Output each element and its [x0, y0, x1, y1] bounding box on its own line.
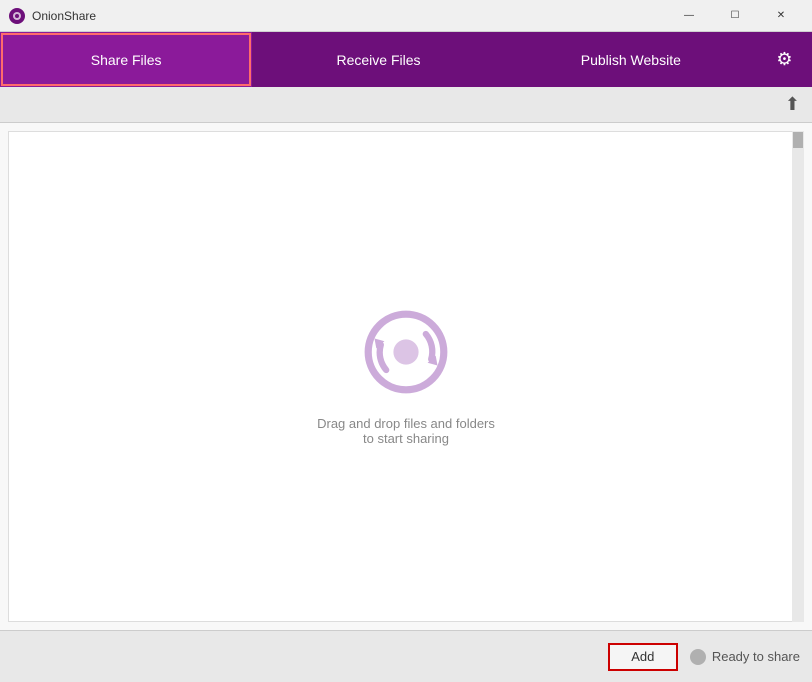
- file-drop-area[interactable]: Drag and drop files and folders to start…: [8, 131, 804, 622]
- tab-receive-files-label: Receive Files: [336, 52, 420, 68]
- toolbar: ⬆: [0, 87, 812, 123]
- status-text: Ready to share: [712, 649, 800, 664]
- title-bar: OnionShare — ☐ ✕: [0, 0, 812, 32]
- settings-icon: ⚙: [776, 49, 792, 70]
- tab-publish-website-label: Publish Website: [581, 52, 681, 68]
- status-indicator: Ready to share: [690, 649, 800, 665]
- main-content: Drag and drop files and folders to start…: [0, 123, 812, 630]
- maximize-button[interactable]: ☐: [712, 0, 758, 32]
- minimize-button[interactable]: —: [666, 0, 712, 32]
- drop-icon: [361, 307, 451, 397]
- tab-share-files[interactable]: Share Files: [0, 32, 252, 87]
- scrollbar[interactable]: [792, 131, 804, 622]
- title-bar-controls: — ☐ ✕: [666, 0, 804, 32]
- settings-button[interactable]: ⚙: [757, 32, 812, 87]
- add-button[interactable]: Add: [608, 643, 678, 671]
- drop-icon-container: [361, 307, 451, 400]
- drop-text-line1: Drag and drop files and folders: [317, 416, 495, 431]
- tab-receive-files[interactable]: Receive Files: [252, 32, 504, 87]
- close-button[interactable]: ✕: [758, 0, 804, 32]
- drop-text-line2: to start sharing: [363, 431, 449, 446]
- tab-share-files-label: Share Files: [91, 52, 162, 68]
- upload-icon[interactable]: ⬆: [785, 94, 800, 115]
- tab-publish-website[interactable]: Publish Website: [505, 32, 757, 87]
- app-icon: [8, 7, 26, 25]
- title-bar-left: OnionShare: [8, 7, 96, 25]
- bottom-bar: Add Ready to share: [0, 630, 812, 682]
- app-name: OnionShare: [32, 9, 96, 23]
- scrollbar-thumb[interactable]: [793, 132, 803, 148]
- nav-bar: Share Files Receive Files Publish Websit…: [0, 32, 812, 87]
- status-dot: [690, 649, 706, 665]
